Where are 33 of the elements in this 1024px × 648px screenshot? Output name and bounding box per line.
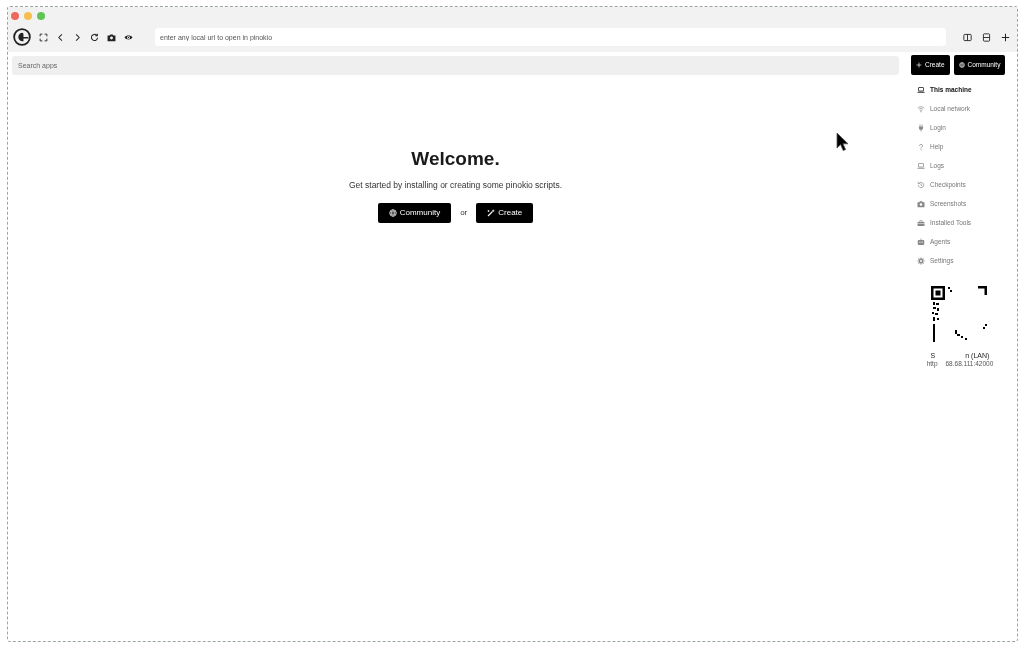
- magic-wand-icon: [487, 209, 496, 217]
- qr-code: [931, 286, 989, 344]
- camera-icon[interactable]: [107, 32, 116, 42]
- separator-text: or: [460, 207, 468, 219]
- zoom-dot-icon[interactable]: [37, 12, 45, 20]
- split-rows-icon[interactable]: [982, 32, 991, 42]
- laptop-icon: [917, 161, 925, 170]
- welcome-heading: Welcome.: [411, 148, 500, 170]
- community-button[interactable]: Community: [377, 203, 452, 223]
- close-dot-icon[interactable]: [11, 12, 19, 20]
- new-tab-icon[interactable]: [1001, 32, 1010, 42]
- history-icon: [917, 180, 925, 189]
- globe-icon: [388, 209, 397, 217]
- back-icon[interactable]: [56, 32, 65, 42]
- minimize-dot-icon[interactable]: [24, 12, 32, 20]
- plug-icon: [917, 123, 925, 132]
- logo-icon[interactable]: [13, 28, 31, 46]
- plus-icon: [916, 62, 922, 68]
- reload-icon[interactable]: [90, 32, 99, 42]
- globe-icon: [958, 62, 965, 68]
- toolbox-icon: [917, 218, 925, 227]
- cursor-icon: [836, 132, 848, 152]
- robot-icon: [917, 237, 925, 246]
- fullscreen-icon[interactable]: [39, 32, 48, 42]
- laptop-icon: [917, 85, 925, 94]
- welcome-subtitle: Get started by installing or creating some pinokio scripts.: [348, 180, 563, 191]
- camera-icon: [917, 199, 925, 208]
- settings-icon: [917, 256, 925, 265]
- create-button[interactable]: Create: [476, 203, 534, 223]
- wifi-icon: [917, 104, 925, 113]
- forward-icon[interactable]: [73, 32, 82, 42]
- split-columns-icon[interactable]: [963, 32, 972, 42]
- help-icon: [917, 142, 925, 151]
